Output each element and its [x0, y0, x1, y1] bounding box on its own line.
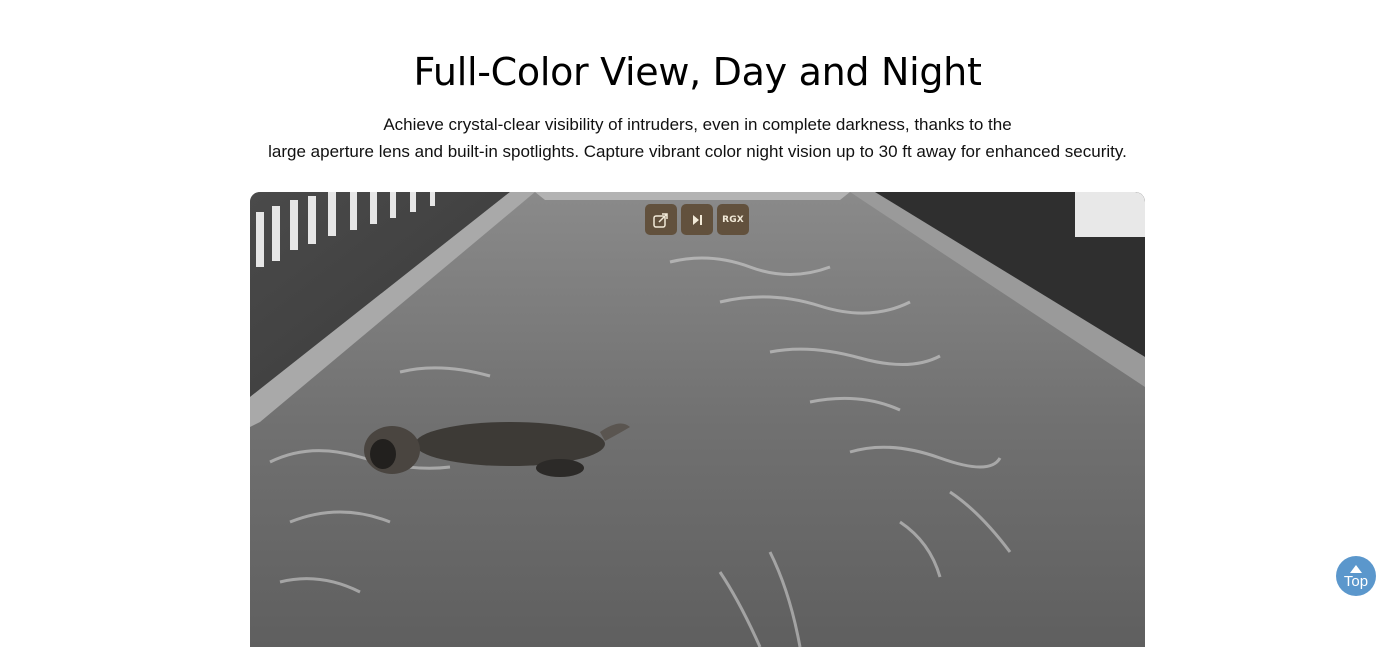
page: Full-Color View, Day and Night Achieve c… [0, 0, 1400, 647]
rgx-button[interactable]: RGX [717, 204, 749, 235]
back-to-top-label: Top [1343, 573, 1369, 590]
play-pause-button[interactable] [681, 204, 713, 235]
section-subtitle-line-2: large aperture lens and built-in spotlig… [268, 142, 1127, 161]
night-vision-video[interactable] [250, 192, 1145, 647]
popout-icon [653, 212, 668, 228]
arrow-up-icon [1350, 565, 1362, 573]
video-controls: RGX [645, 204, 749, 235]
video-frame [250, 192, 1145, 647]
popout-button[interactable] [645, 204, 677, 235]
rgx-label: RGX [722, 214, 744, 225]
play-pause-icon [693, 214, 702, 225]
section-title: Full-Color View, Day and Night [413, 50, 982, 94]
section-subtitle-line-1: Achieve crystal-clear visibility of intr… [383, 115, 1012, 134]
back-to-top-button[interactable]: Top [1336, 556, 1376, 596]
